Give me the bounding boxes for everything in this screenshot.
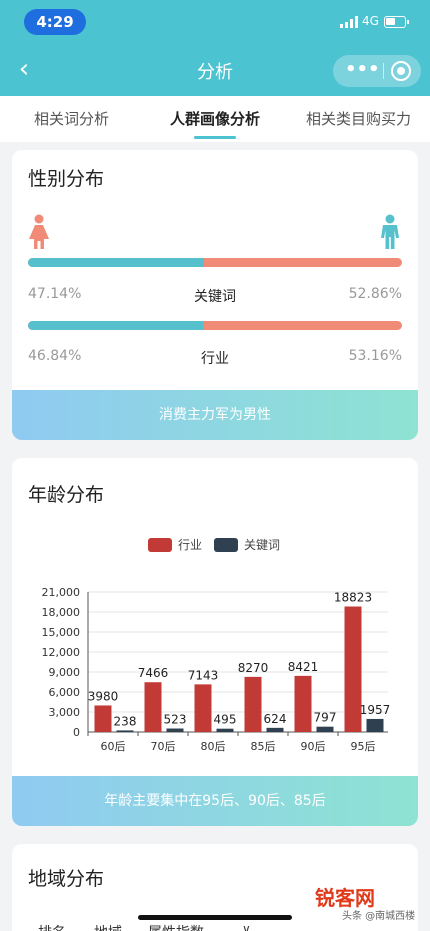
data-label-keyword: 1957 xyxy=(360,703,391,717)
battery-icon xyxy=(384,16,409,28)
bar-industry xyxy=(144,682,162,732)
data-label-industry: 8270 xyxy=(238,661,269,675)
legend-industry-label: 行业 xyxy=(178,538,203,552)
close-target-icon[interactable] xyxy=(391,61,411,81)
x-tick-label: 70后 xyxy=(151,740,176,753)
x-tick-label: 90后 xyxy=(301,740,326,753)
bar-keyword xyxy=(316,726,334,732)
bar-keyword xyxy=(166,728,184,732)
bar-industry xyxy=(294,675,312,732)
female-figure-icon xyxy=(29,214,49,249)
capsule-divider xyxy=(383,63,384,79)
region-header-area: 地域 xyxy=(94,922,122,931)
home-indicator xyxy=(138,915,292,920)
male-figure-icon xyxy=(381,214,399,249)
watermark-text: 头条 @南城西楼 xyxy=(342,911,416,922)
gender-card: 性别分布 47.14% 关键词 52.86% 46.84% 行业 53.16% … xyxy=(12,150,418,440)
gender-title: 性别分布 xyxy=(28,168,105,190)
age-summary-banner: 年龄主要集中在95后、90后、85后 xyxy=(12,776,418,826)
gender-bar-industry-fill xyxy=(28,321,204,330)
nav-bar: ‹ 分析 ••• xyxy=(0,44,430,96)
tab-bar: 相关词分析 人群画像分析 相关类目购买力 xyxy=(0,96,430,142)
legend-industry-swatch xyxy=(148,537,172,552)
x-tick-label: 85后 xyxy=(251,740,276,753)
y-tick-label: 15,000 xyxy=(42,626,81,639)
data-label-keyword: 495 xyxy=(214,713,237,727)
bar-keyword xyxy=(366,718,384,732)
keyword-male-pct: 52.86% xyxy=(348,286,402,302)
tab-category-purchasing[interactable]: 相关类目购买力 xyxy=(306,108,411,129)
age-bar-chart: 0 3,000 6,000 9,000 12,000 15,000 18,000 21,000… xyxy=(42,586,391,753)
chevron-down-icon[interactable]: ∨ xyxy=(242,922,251,931)
bar-keyword xyxy=(266,727,284,732)
bar-industry xyxy=(194,684,212,732)
y-tick-label: 18,000 xyxy=(42,606,81,619)
data-label-keyword: 523 xyxy=(164,713,187,727)
tab-related-words[interactable]: 相关词分析 xyxy=(34,108,109,129)
y-tick-label: 6,000 xyxy=(49,686,81,699)
bar-keyword xyxy=(116,730,134,732)
bar-industry xyxy=(94,705,112,732)
signal-icon xyxy=(340,16,358,28)
gender-summary-banner: 消费主力军为男性 xyxy=(12,390,418,440)
legend-keyword-label: 关键词 xyxy=(244,538,281,552)
y-tick-label: 12,000 xyxy=(42,646,81,659)
data-label-keyword: 624 xyxy=(264,712,287,726)
industry-male-pct: 53.16% xyxy=(348,348,402,364)
x-tick-label: 80后 xyxy=(201,740,226,753)
active-tab-indicator xyxy=(194,136,236,139)
y-tick-label: 9,000 xyxy=(49,666,81,679)
y-tick-label: 0 xyxy=(73,726,80,739)
x-tick-label: 60后 xyxy=(101,740,126,753)
legend-industry[interactable]: 行业 xyxy=(148,536,202,553)
data-label-industry: 18823 xyxy=(334,591,372,605)
tab-audience-profile[interactable]: 人群画像分析 xyxy=(170,108,260,129)
gender-bar-keyword-fill xyxy=(28,258,205,267)
region-header-rank: 排名 xyxy=(38,922,66,931)
gender-bar-keyword xyxy=(28,258,402,267)
y-tick-label: 3,000 xyxy=(49,706,81,719)
gender-bar-industry xyxy=(28,321,402,330)
region-header-index[interactable]: 属性指数 xyxy=(148,922,204,931)
age-card: 年龄分布 行业 关键词 0 3,000 6,000 9,000 12,000 15,000… xyxy=(12,458,418,826)
data-label-industry: 8421 xyxy=(288,660,319,674)
x-tick-label: 95后 xyxy=(351,740,376,753)
more-dots-icon[interactable]: ••• xyxy=(345,55,380,87)
data-label-industry: 7143 xyxy=(188,668,219,682)
status-time: 4:29 xyxy=(24,9,86,35)
data-label-keyword: 238 xyxy=(114,714,137,728)
bar-keyword xyxy=(216,728,234,732)
age-title: 年龄分布 xyxy=(28,484,105,506)
data-label-keyword: 797 xyxy=(314,711,337,725)
bar-industry xyxy=(244,676,262,732)
miniprogram-capsule: ••• xyxy=(333,55,421,87)
network-label: 4G xyxy=(362,14,379,28)
legend-keyword-swatch xyxy=(214,537,238,552)
region-title: 地域分布 xyxy=(28,868,105,890)
data-label-industry: 7466 xyxy=(138,666,169,680)
data-label-industry: 3980 xyxy=(88,689,119,703)
legend-keyword[interactable]: 关键词 xyxy=(214,536,280,553)
y-tick-label: 21,000 xyxy=(42,586,81,599)
status-bar: 4:29 4G xyxy=(0,0,430,44)
